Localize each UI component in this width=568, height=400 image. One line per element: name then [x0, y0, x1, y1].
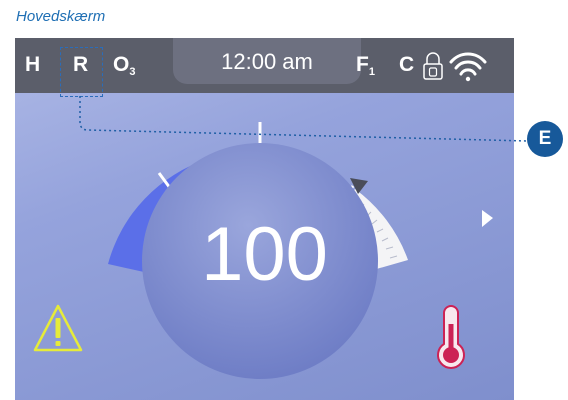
callout-leader [79, 96, 528, 142]
callout-badge: E [527, 121, 563, 157]
